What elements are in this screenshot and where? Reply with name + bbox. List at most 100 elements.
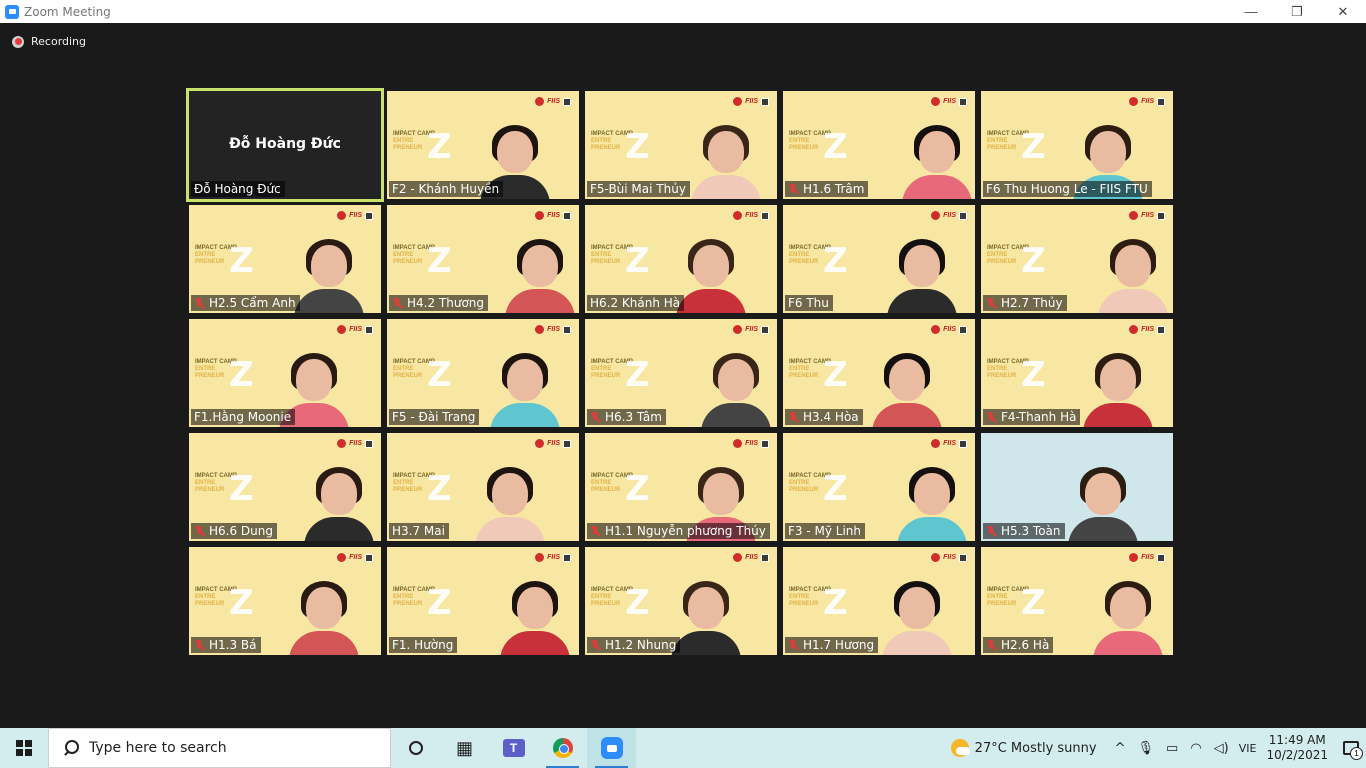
start-button[interactable] — [0, 728, 48, 768]
logo-text: FIIS — [349, 554, 362, 561]
restore-button[interactable]: ❐ — [1274, 0, 1320, 23]
background-z-mark: Z — [427, 127, 452, 167]
participant-name: H2.7 Thủy — [1001, 296, 1063, 310]
battery-icon[interactable]: ▭ — [1166, 741, 1178, 756]
fiis-logo: FIIS — [337, 325, 373, 334]
cortana-button[interactable] — [391, 728, 440, 768]
minimize-button[interactable]: — — [1228, 0, 1274, 23]
fiis-logo: FIIS — [931, 211, 967, 220]
qr-mark-icon — [1157, 553, 1165, 562]
background-z-mark: Z — [1021, 583, 1046, 623]
participant-tile[interactable]: IMPACT CAMP ENTRE PRENEUR Z FIIS F5 - Đài Tra… — [387, 319, 579, 427]
participant-tile[interactable]: IMPACT CAMP ENTRE PRENEUR Z FIIS H2.7 Thủy — [981, 205, 1173, 313]
participant-tile[interactable]: H5.3 Toàn — [981, 433, 1173, 541]
participant-tile[interactable]: IMPACT CAMP ENTRE PRENEUR Z FIIS F6 Thu — [783, 205, 975, 313]
participant-tile[interactable]: IMPACT CAMP ENTRE PRENEUR Z FIIS H1.1 Nguyễn … — [585, 433, 777, 541]
participant-name-label: H1.1 Nguyễn phương Thúy — [587, 523, 770, 539]
participant-tile[interactable]: IMPACT CAMP ENTRE PRENEUR Z FIIS F3 - Mỹ Linh — [783, 433, 975, 541]
participant-tile[interactable]: IMPACT CAMP ENTRE PRENEUR Z FIIS H2.6 Hà — [981, 547, 1173, 655]
input-language[interactable]: VIE — [1239, 742, 1257, 755]
participant-tile[interactable]: IMPACT CAMP ENTRE PRENEUR Z FIIS H4.2 Thương — [387, 205, 579, 313]
participant-video — [1068, 467, 1138, 541]
taskbar-clock[interactable]: 11:49 AM 10/2/2021 — [1266, 733, 1328, 763]
logo-text: FIIS — [547, 326, 560, 333]
participant-tile[interactable]: IMPACT CAMP ENTRE PRENEUR Z FIIS H1.6 Trâm — [783, 91, 975, 199]
participant-tile[interactable]: IMPACT CAMP ENTRE PRENEUR Z FIIS F1. Hường — [387, 547, 579, 655]
record-icon — [12, 35, 24, 48]
teams-button[interactable]: T — [489, 728, 538, 768]
qr-mark-icon — [563, 553, 571, 562]
fiis-logo: FIIS — [931, 97, 967, 106]
participant-tile[interactable]: IMPACT CAMP ENTRE PRENEUR Z FIIS H1.2 Nhung — [585, 547, 777, 655]
participant-name-label: H4.2 Thương — [389, 295, 489, 311]
participant-name-label: F5 - Đài Trang — [389, 409, 480, 425]
participant-name: F5 - Đài Trang — [392, 410, 476, 424]
fiis-logo: FIIS — [535, 211, 571, 220]
logo-seal-icon — [337, 325, 347, 334]
participant-tile[interactable]: IMPACT CAMP ENTRE PRENEUR Z FIIS F2 - Khánh H… — [387, 91, 579, 199]
fiis-logo: FIIS — [1129, 553, 1165, 562]
logo-seal-icon — [733, 439, 743, 448]
logo-text: FIIS — [745, 98, 758, 105]
logo-seal-icon — [733, 553, 743, 562]
background-z-mark: Z — [823, 241, 848, 281]
participant-name: H5.3 Toàn — [1001, 524, 1061, 538]
participant-tile[interactable]: IMPACT CAMP ENTRE PRENEUR Z FIIS F4-Thanh Hà — [981, 319, 1173, 427]
participant-tile[interactable]: IMPACT CAMP ENTRE PRENEUR Z FIIS H1.7 Hương — [783, 547, 975, 655]
title-bar: Zoom Meeting — ❐ ✕ — [0, 0, 1366, 23]
participant-tile[interactable]: Đỗ Hoàng Đức Đỗ Hoàng Đức — [186, 88, 384, 202]
task-view-button[interactable]: ▦ — [440, 728, 489, 768]
participant-name-label: F2 - Khánh Huyền — [389, 181, 504, 197]
logo-text: FIIS — [1141, 326, 1154, 333]
background-z-mark: Z — [427, 583, 452, 623]
participant-tile[interactable]: IMPACT CAMP ENTRE PRENEUR Z FIIS F1.Hằng Moon… — [189, 319, 381, 427]
logo-text: FIIS — [745, 554, 758, 561]
microphone-icon[interactable]: 🎙 — [1138, 741, 1155, 756]
participant-name: H2.5 Cẩm Anh — [209, 296, 296, 310]
zoom-taskbar-button[interactable] — [587, 728, 636, 768]
participant-video — [671, 581, 741, 655]
logo-seal-icon — [535, 439, 545, 448]
participant-name: F2 - Khánh Huyền — [392, 182, 500, 196]
participant-tile[interactable]: IMPACT CAMP ENTRE PRENEUR Z FIIS H1.3 Bá — [189, 547, 381, 655]
chrome-button[interactable] — [538, 728, 587, 768]
background-z-mark: Z — [625, 583, 650, 623]
participant-tile[interactable]: IMPACT CAMP ENTRE PRENEUR Z FIIS H6.6 Dung — [189, 433, 381, 541]
window-title: Zoom Meeting — [24, 4, 111, 19]
cortana-icon — [408, 741, 423, 755]
qr-mark-icon — [365, 325, 373, 334]
fiis-logo: FIIS — [535, 325, 571, 334]
notification-center-button[interactable]: 1 — [1336, 728, 1366, 768]
close-button[interactable]: ✕ — [1320, 0, 1366, 23]
qr-mark-icon — [959, 97, 967, 106]
weather-icon[interactable] — [950, 739, 970, 757]
qr-mark-icon — [761, 553, 769, 562]
taskbar-search-box[interactable]: Type here to search — [48, 728, 391, 768]
participant-tile[interactable]: IMPACT CAMP ENTRE PRENEUR Z FIIS H3.7 Mai — [387, 433, 579, 541]
participant-tile[interactable]: IMPACT CAMP ENTRE PRENEUR Z FIIS H3.4 Hòa — [783, 319, 975, 427]
weather-text[interactable]: 27°C Mostly sunny — [975, 741, 1097, 756]
recording-indicator[interactable]: Recording — [12, 35, 86, 48]
search-icon — [63, 740, 79, 756]
participant-name-label: H1.7 Hương — [785, 637, 879, 653]
notification-badge: 1 — [1350, 747, 1363, 760]
participant-tile[interactable]: IMPACT CAMP ENTRE PRENEUR Z FIIS F5-Bùi Mai T… — [585, 91, 777, 199]
participant-video — [500, 581, 570, 655]
participant-tile[interactable]: IMPACT CAMP ENTRE PRENEUR Z FIIS H6.3 Tâm — [585, 319, 777, 427]
fiis-logo: FIIS — [535, 553, 571, 562]
participant-tile[interactable]: IMPACT CAMP ENTRE PRENEUR Z FIIS F6 Thu Huong… — [981, 91, 1173, 199]
logo-seal-icon — [931, 553, 941, 562]
participant-tile[interactable]: IMPACT CAMP ENTRE PRENEUR Z FIIS H2.5 Cẩm Anh — [189, 205, 381, 313]
participant-video — [676, 239, 746, 313]
logo-text: FIIS — [1141, 98, 1154, 105]
logo-text: FIIS — [1141, 212, 1154, 219]
muted-microphone-icon — [590, 525, 601, 537]
participant-video — [475, 467, 545, 541]
volume-icon[interactable]: ◁) — [1214, 741, 1229, 756]
muted-microphone-icon — [194, 639, 205, 651]
participant-tile[interactable]: IMPACT CAMP ENTRE PRENEUR Z FIIS H6.2 Khánh H… — [585, 205, 777, 313]
background-z-mark: Z — [427, 469, 452, 509]
participant-name-label: H2.6 Hà — [983, 637, 1054, 653]
show-hidden-icons-chevron[interactable]: ^ — [1115, 741, 1126, 756]
wifi-icon[interactable]: ◠ — [1190, 741, 1201, 756]
